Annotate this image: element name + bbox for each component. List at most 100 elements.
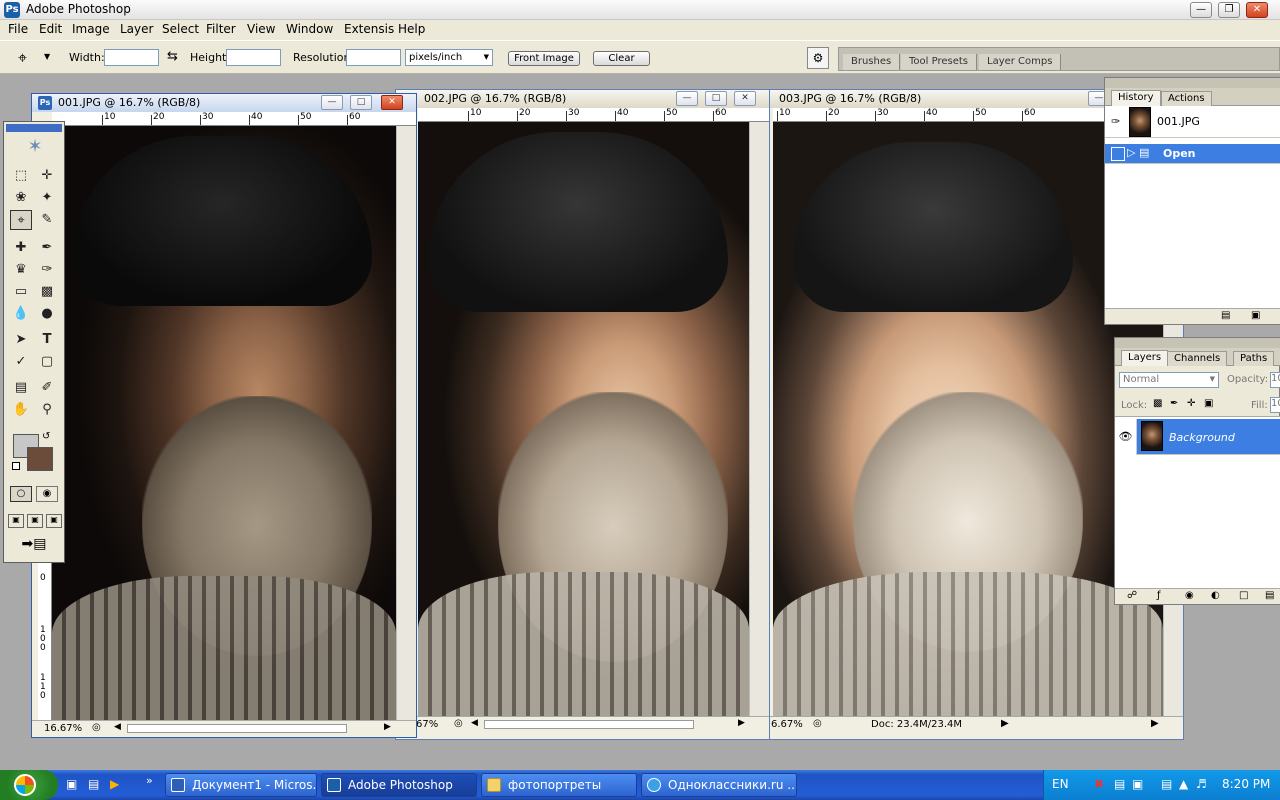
tab-paths[interactable]: Paths [1233, 351, 1275, 366]
document-title-bar[interactable]: 002.JPG @ 16.7% (RGB/8) — □ ✕ [396, 90, 769, 108]
scroll-left-icon[interactable]: ◀ [114, 722, 121, 732]
tab-brushes[interactable]: Brushes [843, 54, 901, 70]
scroll-right-icon[interactable]: ▶ [384, 722, 391, 732]
media-player-icon[interactable]: ▶ [110, 777, 119, 791]
zoom-readout[interactable]: 6.67% [771, 719, 803, 730]
resolution-input[interactable] [346, 49, 401, 66]
clear-button[interactable]: Clear [593, 51, 650, 66]
doc-close-button[interactable]: ✕ [734, 91, 756, 106]
standard-mode-icon[interactable]: ○ [10, 486, 32, 502]
crop-tool-icon[interactable]: ⌖ [10, 210, 32, 230]
minimize-button[interactable]: — [1190, 2, 1212, 18]
doc-close-button[interactable]: ✕ [381, 95, 403, 110]
palette-well-icon[interactable]: ⚙ [807, 47, 829, 69]
arrow-right-icon[interactable]: ▶ [1001, 718, 1009, 729]
document-title-bar[interactable]: Ps 001.JPG @ 16.7% (RGB/8) — □ ✕ [32, 94, 416, 112]
scroll-right-icon[interactable]: ▶ [1151, 718, 1159, 729]
tab-layer-comps[interactable]: Layer Comps [979, 54, 1062, 70]
document-window-001[interactable]: Ps 001.JPG @ 16.7% (RGB/8) — □ ✕ 10 20 3… [31, 93, 417, 738]
horizontal-scrollbar[interactable] [127, 724, 347, 733]
link-layers-icon[interactable]: ☍ [1127, 590, 1137, 601]
height-input[interactable] [226, 49, 281, 66]
tab-channels[interactable]: Channels [1167, 351, 1228, 366]
doc-maximize-button[interactable]: □ [350, 95, 372, 110]
photo-canvas-002[interactable] [418, 122, 749, 716]
chevron-down-icon[interactable]: ▼ [44, 52, 50, 61]
menu-filter[interactable]: Filter [206, 22, 236, 36]
tab-actions[interactable]: Actions [1161, 91, 1212, 106]
feather-logo-icon[interactable]: ✶ [10, 136, 60, 160]
marquee-tool-icon[interactable]: ⬚ [10, 166, 32, 186]
doc-minimize-button[interactable]: — [676, 91, 698, 106]
taskbar-item-word[interactable]: Документ1 - Micros... [165, 773, 317, 797]
history-state-open[interactable]: ▷ ▤ Open [1105, 144, 1280, 164]
menu-window[interactable]: Window [286, 22, 333, 36]
toolbox-grip[interactable] [6, 124, 62, 132]
blend-mode-select[interactable]: Normal ▼ [1119, 372, 1219, 388]
quick-mask-icon[interactable]: ◉ [36, 486, 58, 502]
pen-tool-icon[interactable]: ✓ [10, 352, 32, 372]
taskbar-item-folder[interactable]: фотопортреты [481, 773, 637, 797]
crop-tool-preset-icon[interactable]: ⌖ [18, 48, 40, 68]
history-brush-checkbox[interactable] [1111, 147, 1125, 161]
front-image-button[interactable]: Front Image [508, 51, 580, 66]
tab-history[interactable]: History [1111, 90, 1161, 106]
network-icon[interactable]: ▲ [1179, 777, 1188, 791]
restore-button[interactable]: ❐ [1218, 2, 1240, 18]
tray-app-icon[interactable]: ▤ [1114, 777, 1125, 791]
document-window-002[interactable]: 002.JPG @ 16.7% (RGB/8) — □ ✕ 10 20 30 4… [395, 89, 770, 740]
units-select[interactable]: pixels/inch ▼ [405, 49, 493, 66]
screen-mode-full-menu-icon[interactable]: ▣ [27, 514, 43, 528]
layer-row-background[interactable]: Background [1137, 419, 1280, 455]
dodge-tool-icon[interactable]: ● [36, 304, 58, 324]
menu-select[interactable]: Select [162, 22, 199, 36]
opacity-input[interactable]: 10 [1270, 372, 1280, 388]
palette-grip[interactable] [1115, 338, 1280, 348]
tray-app-icon[interactable]: ▣ [1132, 777, 1143, 791]
new-snapshot-icon[interactable]: ▣ [1251, 310, 1260, 321]
quick-launch-expand-icon[interactable]: » [146, 774, 153, 787]
history-brush-source-icon[interactable]: ✑ [1111, 115, 1120, 128]
doc-maximize-button[interactable]: □ [705, 91, 727, 106]
brush-tool-icon[interactable]: ✒ [36, 238, 58, 258]
lasso-tool-icon[interactable]: ❀ [10, 188, 32, 208]
new-layer-icon[interactable]: ▤ [1265, 590, 1274, 601]
status-menu-icon[interactable]: ◎ [813, 718, 822, 729]
scroll-right-icon[interactable]: ▶ [738, 718, 745, 728]
gradient-tool-icon[interactable]: ▩ [36, 282, 58, 302]
history-brush-tool-icon[interactable]: ✑ [36, 260, 58, 280]
eraser-tool-icon[interactable]: ▭ [10, 282, 32, 302]
status-menu-icon[interactable]: ◎ [92, 722, 101, 733]
shape-tool-icon[interactable]: ▢ [36, 352, 58, 372]
move-tool-icon[interactable]: ✛ [36, 166, 58, 186]
menu-image[interactable]: Image [72, 22, 110, 36]
lock-all-icon[interactable]: ▣ [1204, 398, 1213, 409]
lock-position-icon[interactable]: ✛ [1187, 398, 1195, 409]
vertical-scrollbar[interactable] [396, 126, 416, 720]
antivirus-icon[interactable]: ✖ [1094, 777, 1104, 791]
menu-view[interactable]: View [247, 22, 275, 36]
layer-mask-icon[interactable]: ◉ [1185, 590, 1194, 601]
blur-tool-icon[interactable]: 💧 [10, 304, 32, 324]
tab-layers[interactable]: Layers [1121, 350, 1169, 366]
menu-file[interactable]: File [8, 22, 28, 36]
zoom-readout[interactable]: 67% [416, 719, 438, 730]
volume-icon[interactable]: ♬ [1196, 777, 1207, 791]
scroll-left-icon[interactable]: ◀ [471, 718, 478, 728]
layer-style-icon[interactable]: ƒ [1157, 590, 1161, 601]
language-indicator[interactable]: EN [1052, 777, 1069, 791]
menu-help[interactable]: Help [398, 22, 425, 36]
history-snapshot[interactable]: ✑ 001.JPG [1105, 106, 1280, 138]
swap-colors-icon[interactable]: ↺ [42, 431, 50, 442]
eye-icon[interactable]: 👁 [1115, 419, 1137, 455]
zoom-tool-icon[interactable]: ⚲ [36, 400, 58, 420]
taskbar-item-photoshop[interactable]: Adobe Photoshop [321, 773, 477, 797]
lock-pixels-icon[interactable]: ✒ [1170, 398, 1178, 409]
new-group-icon[interactable]: □ [1239, 590, 1248, 601]
healing-brush-tool-icon[interactable]: ✚ [10, 238, 32, 258]
swap-icon[interactable]: ⇆ [167, 49, 178, 64]
taskbar-item-browser[interactable]: Одноклассники.ru ... [641, 773, 797, 797]
zoom-readout[interactable]: 16.67% [44, 723, 82, 734]
doc-minimize-button[interactable]: — [321, 95, 343, 110]
screen-mode-full-icon[interactable]: ▣ [46, 514, 62, 528]
